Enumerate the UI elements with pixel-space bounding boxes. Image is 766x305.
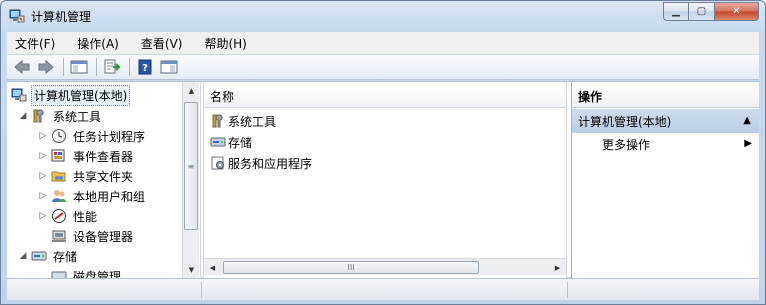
storage-icon (210, 134, 226, 150)
collapse-arrow-icon[interactable]: ◢ (17, 111, 29, 121)
list-item-system-tools[interactable]: 系统工具 (210, 111, 276, 131)
collapse-arrow-icon[interactable]: ◢ (17, 251, 29, 261)
forward-arrow-icon (38, 59, 54, 75)
tree-item-label: 任务计划程序 (73, 129, 146, 144)
menu-action[interactable]: 操作(A) (75, 35, 121, 52)
list-item-label: 服务和应用程序 (228, 156, 313, 171)
tree-item-label: 共享文件夹 (73, 169, 134, 184)
tree-item-label: 设备管理器 (73, 229, 134, 244)
show-hide-console-tree-button[interactable] (68, 57, 90, 77)
tree-item-computer-management[interactable]: 计算机管理(本地) (9, 84, 131, 106)
clock-icon (51, 128, 67, 144)
scroll-thumb[interactable]: III (223, 261, 479, 274)
menu-help[interactable]: 帮助(H) (202, 35, 248, 52)
actions-group-computer-management[interactable]: 计算机管理(本地) ▲ (572, 109, 759, 133)
computer-management-window: 计算机管理 ▁ ▢ ✕ 文件(F) 操作(A) 查看(V) 帮助(H) ? 计算… (0, 0, 766, 305)
list-item-label: 存储 (228, 135, 253, 150)
list-item-label: 系统工具 (228, 114, 277, 129)
tree-item-label: 磁盘管理 (73, 269, 122, 279)
close-button[interactable]: ✕ (715, 2, 759, 21)
list-item-services-applications[interactable]: 服务和应用程序 (210, 153, 312, 173)
actions-group-label: 计算机管理(本地) (578, 114, 672, 129)
tree-item-task-scheduler[interactable]: ▷ 任务计划程序 (37, 126, 147, 146)
tree-item-performance[interactable]: ▷ 性能 (37, 206, 99, 226)
toolbar-separator (63, 58, 64, 76)
collapse-triangle-icon[interactable]: ▲ (743, 115, 751, 126)
more-actions-label: 更多操作 (602, 137, 651, 152)
computer-management-icon (11, 87, 27, 103)
tree-item-label: 计算机管理(本地) (31, 84, 131, 106)
expand-arrow-icon[interactable]: ▷ (37, 151, 49, 161)
tree-item-event-viewer[interactable]: ▷ 事件查看器 (37, 146, 135, 166)
back-arrow-icon (14, 59, 30, 75)
list-horizontal-scrollbar[interactable]: ◀ III ▶ (204, 258, 566, 275)
scroll-down-button[interactable]: ▼ (183, 261, 200, 278)
window-controls: ▁ ▢ ✕ (663, 2, 759, 21)
maximize-button[interactable]: ▢ (689, 2, 715, 21)
tree-item-storage[interactable]: ◢ 存储 (17, 246, 79, 266)
tree-vertical-scrollbar[interactable]: ▲ ≡ ▼ (182, 82, 199, 278)
toolbar-separator (129, 58, 130, 76)
tools-icon (31, 108, 47, 124)
services-icon (210, 155, 226, 171)
shared-folder-icon (51, 168, 67, 184)
forward-button[interactable] (35, 57, 57, 77)
computer-management-icon (9, 8, 25, 24)
minimize-button[interactable]: ▁ (663, 2, 689, 21)
tree-item-label: 事件查看器 (73, 149, 134, 164)
expand-arrow-icon[interactable]: ▷ (37, 131, 49, 141)
disk-icon (51, 268, 67, 278)
performance-icon (51, 208, 67, 224)
toolbar: ? (7, 55, 759, 80)
main-content: 计算机管理(本地) ◢ 系统工具 ▷ 任务计划程序 ▷ 事件查看器 ▷ 共享文件… (7, 81, 759, 278)
device-manager-icon (51, 228, 67, 244)
more-actions-item[interactable]: 更多操作 ▶ (602, 134, 752, 154)
column-header-name[interactable]: 名称 (204, 86, 566, 108)
tools-icon (210, 113, 226, 129)
expand-arrow-icon[interactable]: ▷ (37, 171, 49, 181)
status-divider (567, 282, 568, 298)
scroll-up-button[interactable]: ▲ (183, 82, 200, 99)
tree-item-disk-management[interactable]: 磁盘管理 (37, 266, 123, 278)
status-bar (7, 278, 759, 300)
export-list-icon (104, 59, 121, 74)
tree-item-system-tools[interactable]: ◢ 系统工具 (17, 106, 103, 126)
scroll-right-button[interactable]: ▶ (549, 259, 566, 276)
event-viewer-icon (51, 148, 67, 164)
actions-header: 操作 (572, 86, 759, 108)
show-hide-console-tree-icon (70, 60, 88, 74)
scroll-thumb[interactable]: ≡ (184, 102, 198, 230)
tree-item-label: 存储 (53, 249, 78, 264)
tree-item-label: 性能 (73, 209, 98, 224)
export-list-button[interactable] (101, 57, 123, 77)
storage-icon (31, 248, 47, 264)
title-bar: 计算机管理 ▁ ▢ ✕ (1, 1, 765, 31)
actions-pane: 操作 计算机管理(本地) ▲ 更多操作 ▶ (571, 82, 759, 278)
menu-view[interactable]: 查看(V) (139, 35, 185, 52)
back-button[interactable] (11, 57, 33, 77)
submenu-arrow-icon: ▶ (744, 138, 752, 149)
list-item-storage[interactable]: 存储 (210, 132, 252, 152)
menu-file[interactable]: 文件(F) (13, 35, 57, 52)
tree-item-shared-folders[interactable]: ▷ 共享文件夹 (37, 166, 135, 186)
help-icon: ? (138, 59, 152, 75)
help-button[interactable]: ? (134, 57, 156, 77)
toolbar-separator (96, 58, 97, 76)
users-icon (51, 188, 67, 204)
menu-bar: 文件(F) 操作(A) 查看(V) 帮助(H) (7, 32, 759, 54)
tree-item-label: 本地用户和组 (73, 189, 146, 204)
svg-text:?: ? (142, 63, 148, 74)
window-title: 计算机管理 (31, 10, 92, 24)
show-hide-action-pane-icon (160, 60, 178, 74)
expand-arrow-icon[interactable]: ▷ (37, 191, 49, 201)
expand-arrow-icon[interactable]: ▷ (37, 211, 49, 221)
show-hide-action-pane-button[interactable] (158, 57, 180, 77)
console-tree-pane: 计算机管理(本地) ◢ 系统工具 ▷ 任务计划程序 ▷ 事件查看器 ▷ 共享文件… (7, 82, 201, 278)
tree-item-label: 系统工具 (53, 109, 102, 124)
tree-item-local-users-groups[interactable]: ▷ 本地用户和组 (37, 186, 147, 206)
status-divider (201, 282, 202, 298)
scroll-left-button[interactable]: ◀ (204, 259, 221, 276)
result-list-pane: 名称 系统工具 存储 服务和应用程序 ◀ III ▶ (203, 82, 567, 278)
tree-item-device-manager[interactable]: 设备管理器 (37, 226, 135, 246)
